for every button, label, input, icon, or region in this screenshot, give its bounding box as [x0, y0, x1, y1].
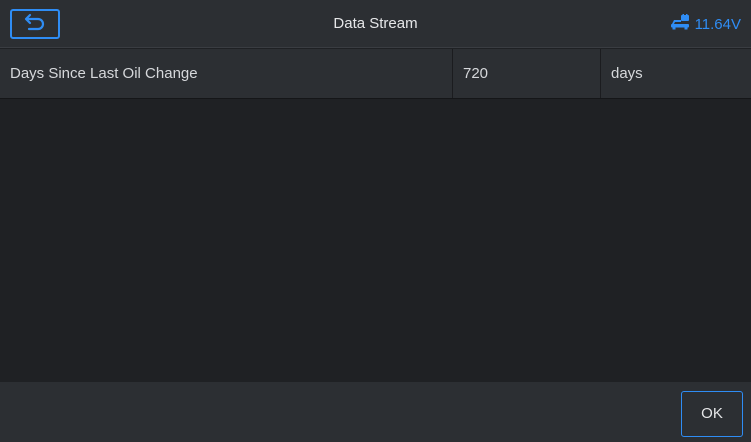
back-button[interactable] [10, 9, 60, 39]
back-arrow-icon [24, 13, 46, 36]
battery-status: 11.64V [670, 0, 741, 48]
bottom-toolbar: OK [0, 382, 751, 442]
parameter-value: 720 [452, 49, 600, 98]
data-stream-row[interactable]: Days Since Last Oil Change 720 days [0, 49, 751, 99]
parameter-name: Days Since Last Oil Change [10, 65, 198, 82]
page-title: Data Stream [333, 15, 418, 32]
parameter-unit: days [600, 49, 751, 98]
battery-voltage: 11.64V [694, 15, 741, 33]
ok-button[interactable]: OK [681, 391, 743, 437]
top-bar: Data Stream 11.64V [0, 0, 751, 48]
vehicle-battery-icon [670, 13, 690, 35]
